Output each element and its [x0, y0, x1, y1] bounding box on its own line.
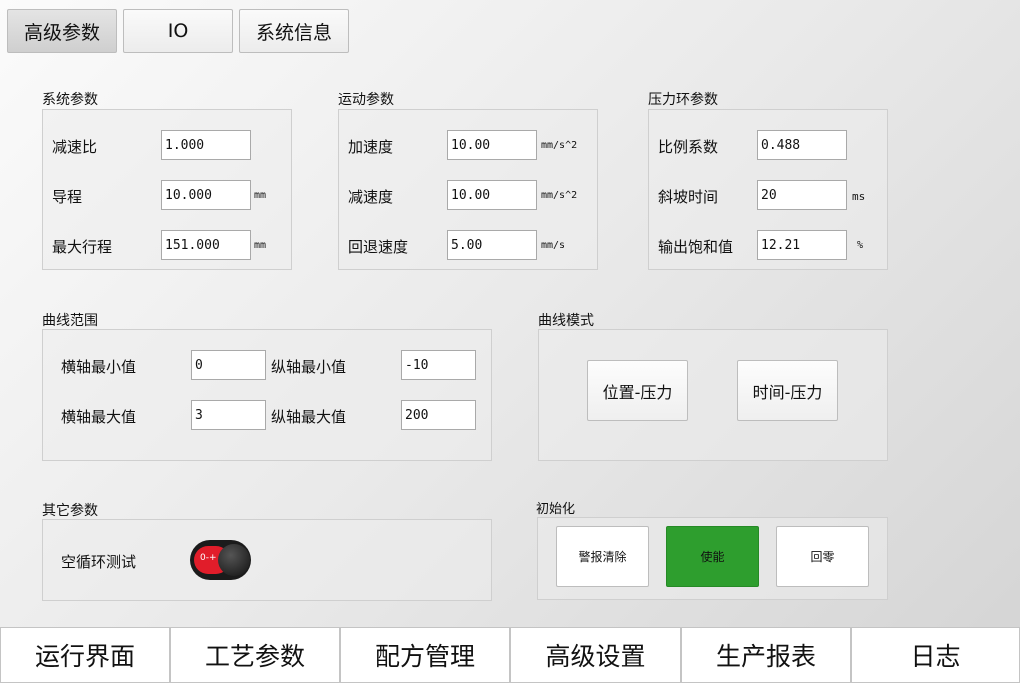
motion-params-title: 运动参数 — [338, 92, 394, 108]
retract-speed-label: 回退速度 — [348, 238, 409, 256]
output-saturation-unit: % — [857, 240, 864, 251]
nav-process-params[interactable]: 工艺参数 — [170, 627, 340, 683]
x-max-input[interactable]: 3 — [191, 400, 266, 430]
nav-log[interactable]: 日志 — [851, 627, 1020, 683]
other-params-title: 其它参数 — [42, 503, 98, 519]
max-stroke-unit: mm — [254, 240, 267, 251]
retract-speed-input[interactable]: 5.00 — [447, 230, 537, 260]
reduction-ratio-label: 减速比 — [52, 138, 98, 156]
ramp-time-unit: ms — [852, 190, 866, 203]
tab-advanced-params[interactable]: 高级参数 — [7, 9, 117, 53]
nav-advanced-settings[interactable]: 高级设置 — [510, 627, 681, 683]
deceleration-label: 减速度 — [348, 188, 394, 206]
home-button[interactable]: 回零 — [776, 526, 869, 587]
proportional-coef-label: 比例系数 — [658, 138, 719, 156]
max-stroke-label: 最大行程 — [52, 238, 113, 256]
retract-speed-unit: mm/s — [541, 240, 566, 251]
idle-cycle-test-label: 空循环测试 — [61, 553, 137, 571]
lead-unit: mm — [254, 190, 267, 201]
curve-range-group — [42, 329, 492, 461]
reduction-ratio-input[interactable]: 1.000 — [161, 130, 251, 160]
output-saturation-input[interactable]: 12.21 — [757, 230, 847, 260]
enable-button[interactable]: 使能 — [666, 526, 759, 587]
y-min-label: 纵轴最小值 — [271, 358, 347, 376]
deceleration-unit: mm/s^2 — [541, 190, 578, 201]
nav-recipe-management[interactable]: 配方管理 — [340, 627, 510, 683]
idle-cycle-toggle[interactable]: 0-+ — [190, 540, 251, 580]
x-min-label: 横轴最小值 — [61, 358, 137, 376]
lead-label: 导程 — [52, 188, 83, 206]
y-max-input[interactable]: 200 — [401, 400, 476, 430]
y-min-input[interactable]: -10 — [401, 350, 476, 380]
tab-io[interactable]: IO — [123, 9, 233, 53]
position-pressure-button[interactable]: 位置-压力 — [587, 360, 688, 421]
output-saturation-label: 输出饱和值 — [658, 238, 734, 256]
nav-production-report[interactable]: 生产报表 — [681, 627, 851, 683]
x-max-label: 横轴最大值 — [61, 408, 137, 426]
max-stroke-input[interactable]: 151.000 — [161, 230, 251, 260]
init-title: 初始化 — [536, 502, 576, 517]
acceleration-input[interactable]: 10.00 — [447, 130, 537, 160]
system-params-title: 系统参数 — [42, 92, 98, 108]
y-max-label: 纵轴最大值 — [271, 408, 347, 426]
alarm-clear-button[interactable]: 警报清除 — [556, 526, 649, 587]
toggle-text: 0-+ — [200, 553, 217, 563]
toggle-knob — [218, 544, 250, 576]
curve-mode-title: 曲线模式 — [538, 313, 594, 329]
time-pressure-button[interactable]: 时间-压力 — [737, 360, 838, 421]
deceleration-input[interactable]: 10.00 — [447, 180, 537, 210]
tab-system-info[interactable]: 系统信息 — [239, 9, 349, 53]
pressure-loop-title: 压力环参数 — [648, 92, 718, 108]
curve-range-title: 曲线范围 — [42, 313, 98, 329]
ramp-time-input[interactable]: 20 — [757, 180, 847, 210]
x-min-input[interactable]: 0 — [191, 350, 266, 380]
acceleration-label: 加速度 — [348, 138, 394, 156]
nav-run-screen[interactable]: 运行界面 — [0, 627, 170, 683]
proportional-coef-input[interactable]: 0.488 — [757, 130, 847, 160]
lead-input[interactable]: 10.000 — [161, 180, 251, 210]
acceleration-unit: mm/s^2 — [541, 140, 578, 151]
ramp-time-label: 斜坡时间 — [658, 188, 719, 206]
